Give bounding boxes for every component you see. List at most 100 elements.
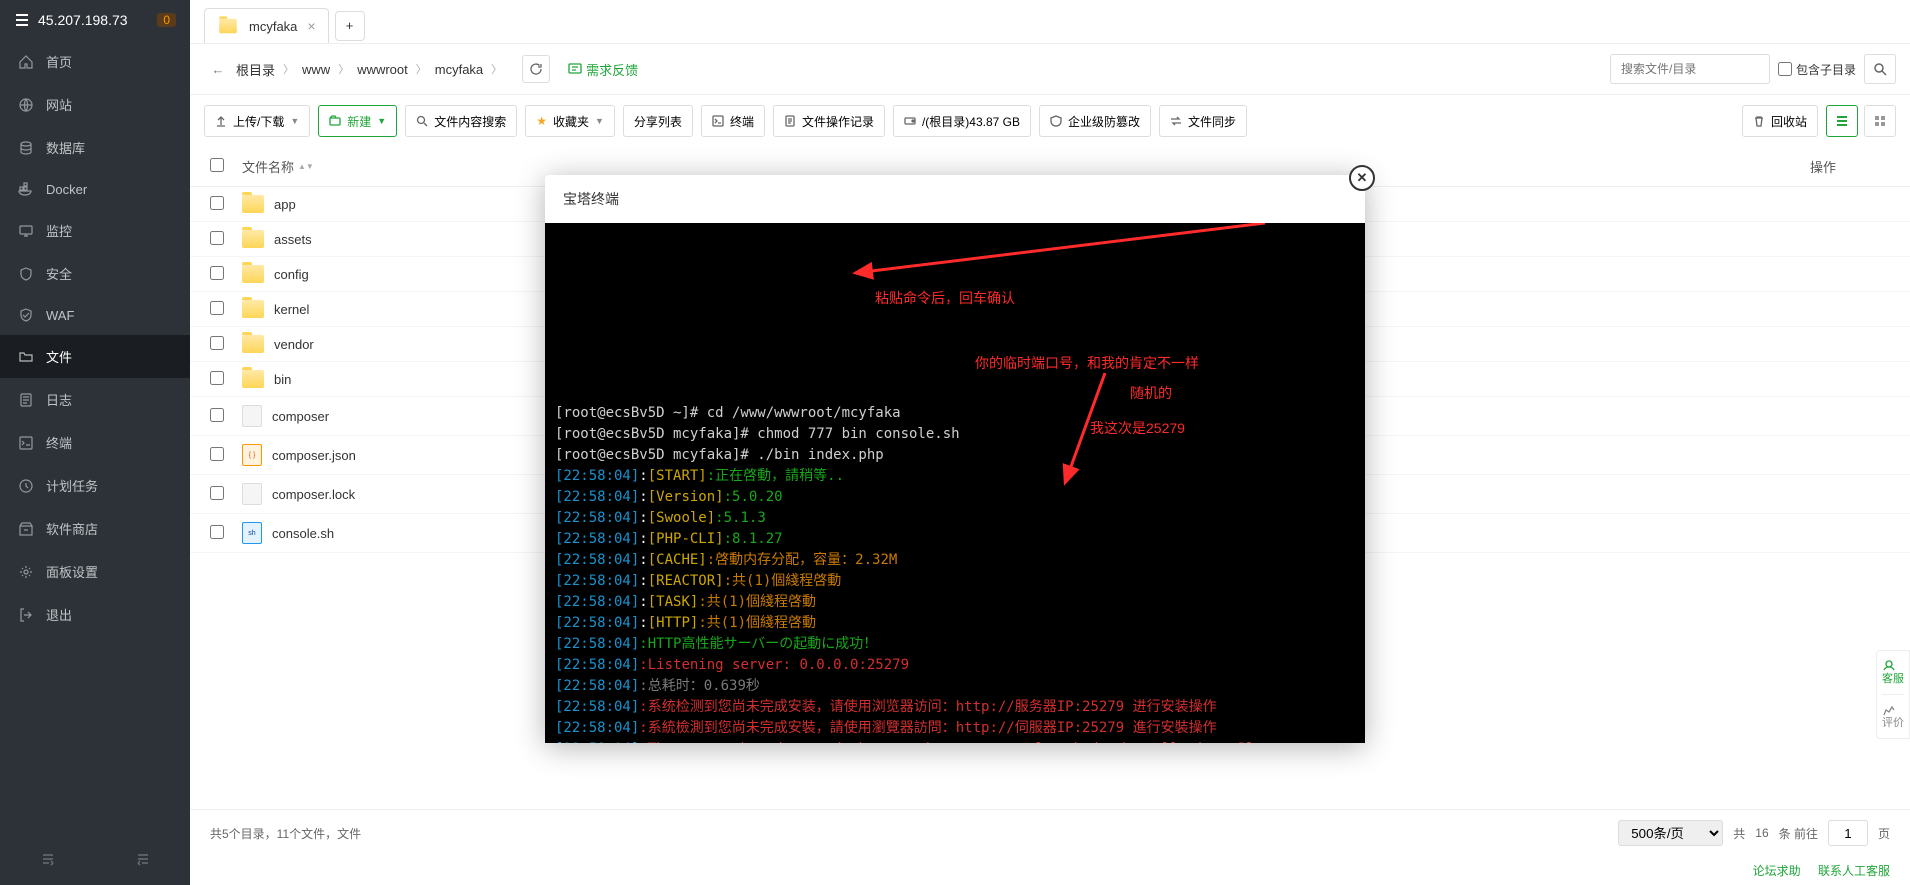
support-link[interactable]: 联系人工客服	[1818, 864, 1890, 878]
status-bar: 共5个目录，11个文件，文件 500条/页 共 16 条 前往 页	[190, 809, 1910, 856]
sidebar-item-folder[interactable]: 文件	[0, 335, 190, 378]
row-checkbox[interactable]	[210, 231, 224, 245]
breadcrumb-segment[interactable]: wwwroot	[357, 62, 408, 77]
terminal-button[interactable]: 终端	[701, 105, 765, 137]
file-sync-button[interactable]: 文件同步	[1159, 105, 1247, 137]
row-checkbox[interactable]	[210, 447, 224, 461]
file-name: composer.lock	[272, 487, 355, 502]
page-number-input[interactable]	[1828, 820, 1868, 846]
sidebar-item-cron[interactable]: 计划任务	[0, 464, 190, 507]
tab-close-icon[interactable]: ×	[307, 18, 315, 34]
refresh-button[interactable]	[522, 55, 550, 83]
upload-button[interactable]: 上传/下载▼	[204, 105, 310, 137]
row-checkbox[interactable]	[210, 408, 224, 422]
sidebar: 45.207.198.73 0 首页网站数据库 Docker监控安全WAF文件日志…	[0, 0, 190, 885]
content-search-button[interactable]: 文件内容搜索	[405, 105, 517, 137]
sidebar-nav: 首页网站数据库 Docker监控安全WAF文件日志终端计划任务软件商店面板设置退出	[0, 40, 190, 833]
sidebar-footer	[0, 833, 190, 885]
sidebar-item-label: 首页	[46, 52, 72, 71]
file-name: app	[274, 197, 296, 212]
select-all-checkbox[interactable]	[210, 158, 224, 172]
breadcrumb: 根目录〉www〉wwwroot〉mcyfaka〉	[236, 60, 504, 79]
row-checkbox[interactable]	[210, 301, 224, 315]
sidebar-item-globe[interactable]: 网站	[0, 83, 190, 126]
pingjia-button[interactable]: 评价	[1882, 694, 1904, 738]
annotation-text: 你的临时端口号，和我的肯定不一样	[975, 353, 1199, 374]
row-checkbox[interactable]	[210, 486, 224, 500]
annotation-text: 粘贴命令后，回车确认	[875, 288, 1015, 309]
file-icon: sh	[242, 522, 262, 544]
row-checkbox[interactable]	[210, 196, 224, 210]
file-name: composer	[272, 409, 329, 424]
breadcrumb-segment[interactable]: 根目录	[236, 60, 275, 79]
view-grid-button[interactable]	[1864, 105, 1896, 137]
modal-title: 宝塔终端	[545, 175, 1365, 223]
sidebar-header: 45.207.198.73 0	[0, 0, 190, 40]
sidebar-item-monitor[interactable]: 监控	[0, 209, 190, 252]
sidebar-item-shield[interactable]: 安全	[0, 252, 190, 295]
shield-icon	[18, 266, 34, 282]
col-name-header[interactable]: 文件名称▲▼	[242, 157, 1810, 176]
sidebar-item-store[interactable]: 软件商店	[0, 507, 190, 550]
nav-back-icon[interactable]: ←	[204, 55, 232, 83]
file-icon: { }	[242, 444, 262, 466]
file-name: console.sh	[272, 526, 334, 541]
tab-mcyfaka[interactable]: mcyfaka ×	[204, 8, 329, 43]
new-button[interactable]: 新建▼	[318, 105, 397, 137]
recycle-bin-button[interactable]: 回收站	[1742, 105, 1818, 137]
sidebar-item-terminal[interactable]: 终端	[0, 421, 190, 464]
terminal-modal: ✕ 宝塔终端 粘贴命令后，回车确认 你的临时端口号，和我的肯定不一样 随机的 我…	[545, 175, 1365, 743]
bottom-links: 论坛求助 联系人工客服	[190, 856, 1910, 885]
share-list-button[interactable]: 分享列表	[623, 105, 693, 137]
search-input[interactable]	[1610, 54, 1770, 84]
terminal-icon	[18, 435, 34, 451]
sidebar-item-label: 终端	[46, 433, 72, 452]
database-icon	[18, 140, 34, 156]
folder-icon	[242, 370, 264, 388]
subdir-checkbox[interactable]	[1778, 62, 1792, 76]
tab-add-button[interactable]: +	[335, 11, 365, 41]
tamper-protect-button[interactable]: 企业级防篡改	[1039, 105, 1151, 137]
sidebar-item-home[interactable]: 首页	[0, 40, 190, 83]
search-button[interactable]	[1864, 54, 1896, 84]
collapse-left-icon[interactable]	[95, 843, 190, 875]
feedback-link[interactable]: 需求反馈	[568, 60, 638, 79]
sidebar-item-label: 数据库	[46, 138, 85, 157]
alerts-badge[interactable]: 0	[157, 13, 176, 27]
kefu-button[interactable]: 客服	[1882, 651, 1904, 694]
disk-usage-button[interactable]: /(根目录)43.87 GB	[893, 105, 1031, 137]
row-checkbox[interactable]	[210, 371, 224, 385]
op-log-button[interactable]: 文件操作记录	[773, 105, 885, 137]
breadcrumb-segment[interactable]: mcyfaka	[435, 62, 483, 77]
waf-icon	[18, 307, 34, 323]
sidebar-item-exit[interactable]: 退出	[0, 593, 190, 636]
terminal-output[interactable]: 粘贴命令后，回车确认 你的临时端口号，和我的肯定不一样 随机的 我这次是2527…	[545, 223, 1365, 743]
row-checkbox[interactable]	[210, 266, 224, 280]
floating-toolbar: 客服 评价	[1876, 650, 1910, 739]
view-list-button[interactable]	[1826, 105, 1858, 137]
sidebar-item-database[interactable]: 数据库	[0, 126, 190, 169]
folder-icon	[18, 349, 34, 365]
tabbar: mcyfaka × +	[190, 0, 1910, 43]
modal-close-button[interactable]: ✕	[1349, 165, 1375, 191]
sidebar-item-log[interactable]: 日志	[0, 378, 190, 421]
file-name: composer.json	[272, 448, 356, 463]
sidebar-item-settings[interactable]: 面板设置	[0, 550, 190, 593]
sidebar-item-label: 网站	[46, 95, 72, 114]
folder-icon	[242, 230, 264, 248]
monitor-icon	[18, 223, 34, 239]
row-checkbox[interactable]	[210, 525, 224, 539]
sidebar-item-waf[interactable]: WAF	[0, 295, 190, 335]
sidebar-item-label: 面板设置	[46, 562, 98, 581]
annotation-text: 随机的	[1130, 383, 1172, 404]
favorites-button[interactable]: ★收藏夹▼	[525, 105, 615, 137]
file-name: vendor	[274, 337, 314, 352]
collapse-right-icon[interactable]	[0, 843, 95, 875]
sidebar-item-docker[interactable]: Docker	[0, 169, 190, 209]
subdir-checkbox-label[interactable]: 包含子目录	[1778, 61, 1856, 78]
row-checkbox[interactable]	[210, 336, 224, 350]
breadcrumb-segment[interactable]: www	[302, 62, 330, 77]
page-size-select[interactable]: 500条/页	[1618, 820, 1723, 846]
exit-icon	[18, 607, 34, 623]
forum-link[interactable]: 论坛求助	[1753, 864, 1801, 878]
